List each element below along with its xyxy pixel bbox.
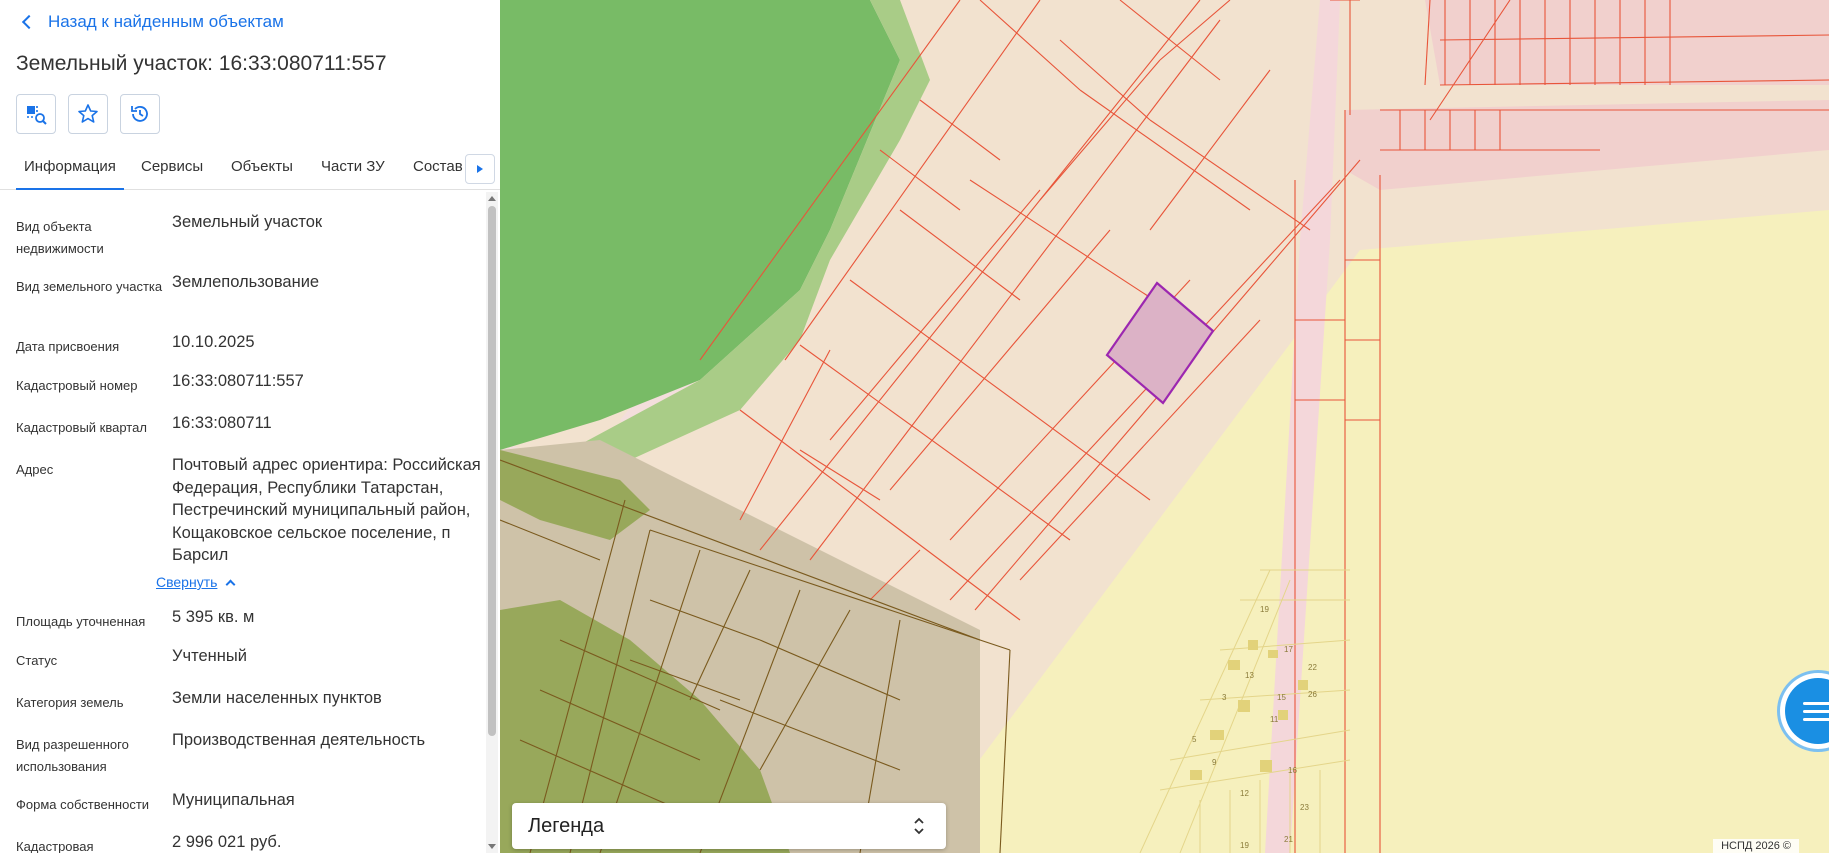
field-value: 10.10.2025 bbox=[172, 333, 255, 351]
legend-dropdown[interactable]: Легенда bbox=[512, 803, 946, 849]
field-value: Землепользование bbox=[172, 273, 320, 291]
svg-text:19: 19 bbox=[1240, 841, 1249, 850]
field-label: Адрес bbox=[16, 462, 54, 477]
svg-text:12: 12 bbox=[1240, 789, 1249, 798]
svg-text:26: 26 bbox=[1308, 690, 1317, 699]
back-link-label: Назад к найденным объектам bbox=[48, 12, 284, 31]
collapse-label: Свернуть bbox=[156, 574, 218, 590]
show-on-map-button[interactable] bbox=[16, 94, 56, 134]
field-value: Почтовый адрес ориентира: Российская Фед… bbox=[172, 456, 481, 564]
scroll-down-arrow[interactable] bbox=[488, 844, 496, 849]
back-to-results-link[interactable]: Назад к найденным объектам bbox=[18, 12, 284, 32]
add-to-favorites-button[interactable] bbox=[68, 94, 108, 134]
star-icon bbox=[78, 104, 98, 123]
svg-text:16: 16 bbox=[1288, 766, 1297, 775]
tab-objects[interactable]: Объекты bbox=[231, 158, 293, 190]
chevron-left-icon bbox=[21, 14, 37, 30]
map-view[interactable]: 19 17 13 22 26 15 11 16 12 23 21 9 5 3 1… bbox=[500, 0, 1829, 853]
svg-text:23: 23 bbox=[1300, 803, 1309, 812]
svg-text:9: 9 bbox=[1212, 758, 1217, 767]
chat-icon-line bbox=[1803, 710, 1829, 713]
tab-information[interactable]: Информация bbox=[16, 158, 124, 190]
cadastral-map[interactable]: 19 17 13 22 26 15 11 16 12 23 21 9 5 3 1… bbox=[500, 0, 1829, 853]
chevron-right-icon bbox=[477, 165, 483, 173]
svg-text:3: 3 bbox=[1222, 693, 1227, 702]
svg-text:13: 13 bbox=[1245, 671, 1254, 680]
tabs-scroll-right-button[interactable] bbox=[465, 154, 495, 184]
scroll-up-arrow[interactable] bbox=[488, 196, 496, 201]
field-label: Дата присвоения bbox=[16, 339, 120, 354]
field-label: Статус bbox=[16, 653, 58, 668]
field-value: Земли населенных пунктов bbox=[172, 689, 382, 707]
field-label: Категория земель bbox=[16, 695, 124, 710]
field-label: Площадь уточненная bbox=[16, 614, 146, 629]
chat-icon-line bbox=[1803, 718, 1829, 721]
field-label: Вид разрешенного использования bbox=[16, 737, 129, 774]
svg-text:5: 5 bbox=[1192, 735, 1197, 744]
svg-text:19: 19 bbox=[1260, 605, 1269, 614]
field-label: Вид земельного участка bbox=[16, 279, 163, 294]
svg-text:15: 15 bbox=[1277, 693, 1286, 702]
legend-label: Легенда bbox=[528, 814, 605, 837]
tab-composition[interactable]: Состав bbox=[413, 158, 463, 190]
tab-parts[interactable]: Части ЗУ bbox=[321, 158, 385, 190]
chat-icon bbox=[1803, 702, 1829, 705]
map-copyright: НСПД 2026 © bbox=[1713, 839, 1799, 853]
field-label: Форма собственности bbox=[16, 797, 150, 812]
collapse-address-link[interactable]: Свернуть bbox=[156, 574, 236, 590]
history-icon bbox=[131, 106, 148, 122]
sidebar: Назад к найденным объектам Земельный уча… bbox=[0, 0, 500, 853]
info-panel: Вид объекта недвижимости Земельный участ… bbox=[0, 200, 486, 853]
field-value[interactable]: 16:33:080711 bbox=[172, 412, 482, 435]
field-label: Кадастровая bbox=[16, 839, 94, 853]
scroll-thumb[interactable] bbox=[488, 206, 496, 736]
field-value: Муниципальная bbox=[172, 791, 295, 809]
svg-text:17: 17 bbox=[1284, 645, 1293, 654]
info-scrollbar[interactable] bbox=[486, 192, 498, 853]
field-value: Земельный участок bbox=[172, 213, 323, 231]
tab-bar: Информация Сервисы Объекты Части ЗУ Сост… bbox=[0, 150, 500, 190]
tab-services[interactable]: Сервисы bbox=[141, 158, 203, 190]
page-title: Земельный участок: 16:33:080711:557 bbox=[16, 52, 387, 75]
field-value: 5 395 кв. м bbox=[172, 608, 255, 626]
field-label: Кадастровый номер bbox=[16, 378, 138, 393]
field-label: Вид объекта недвижимости bbox=[16, 219, 104, 256]
svg-text:11: 11 bbox=[1270, 715, 1279, 724]
chevron-up-icon bbox=[225, 579, 236, 589]
field-label: Кадастровый квартал bbox=[16, 420, 147, 435]
field-value: Учтенный bbox=[172, 647, 247, 665]
block-top-right bbox=[1425, 0, 1829, 85]
svg-text:21: 21 bbox=[1284, 835, 1293, 844]
field-value: Производственная деятельность bbox=[172, 731, 426, 749]
field-value[interactable]: 16:33:080711:557 bbox=[172, 370, 482, 393]
history-button[interactable] bbox=[120, 94, 160, 134]
chevron-updown-icon bbox=[914, 817, 924, 835]
svg-text:22: 22 bbox=[1308, 663, 1317, 672]
map-search-icon bbox=[27, 106, 47, 125]
field-value: 2 996 021 руб. bbox=[172, 833, 282, 851]
